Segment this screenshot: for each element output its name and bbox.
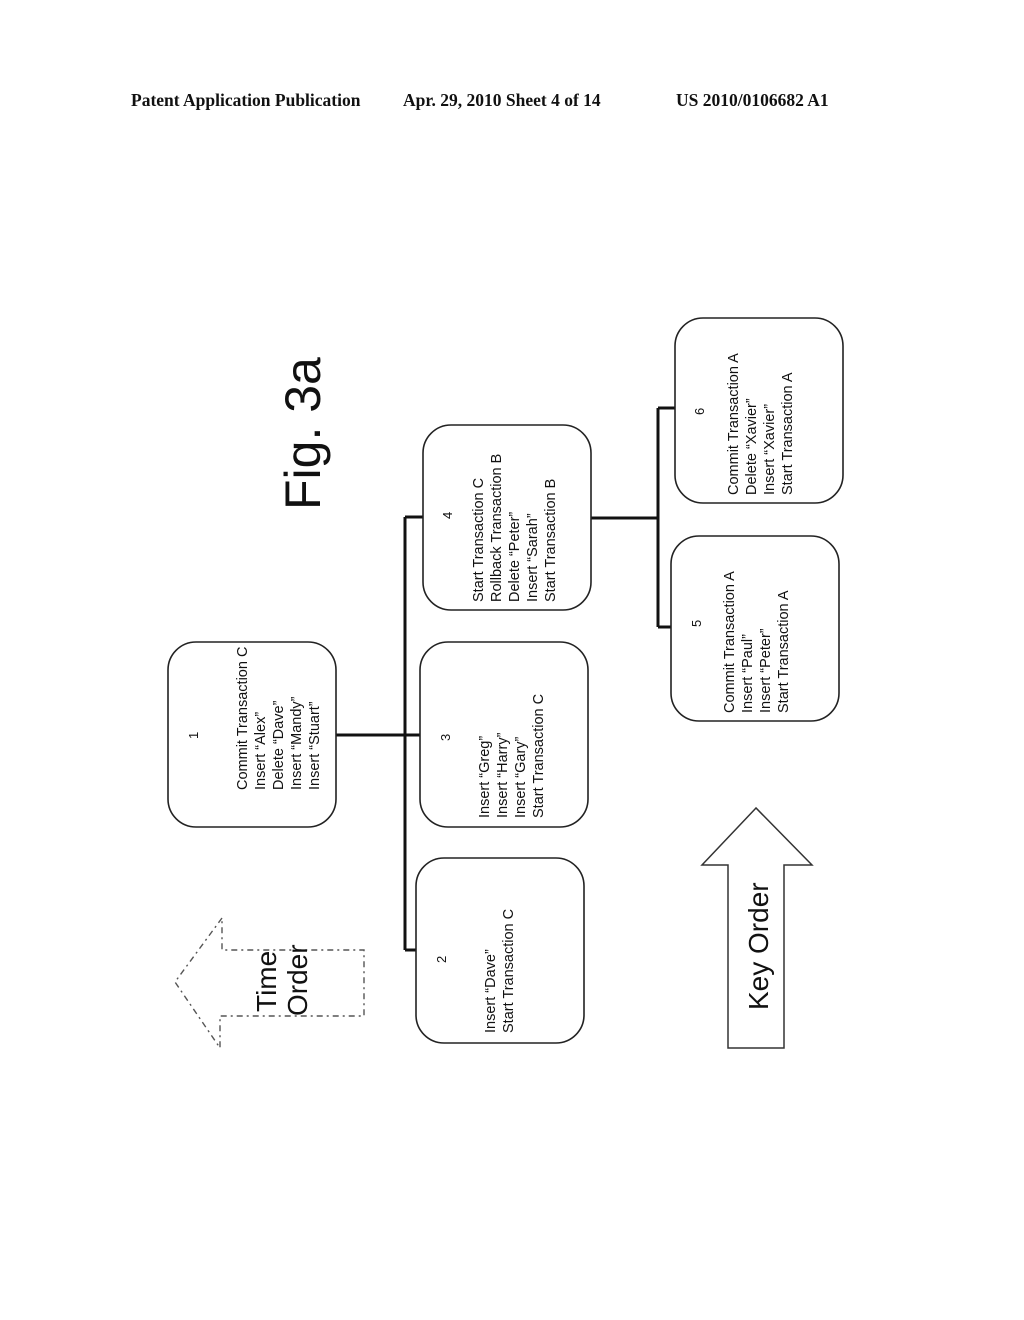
figure-title: Fig. 3a [275, 357, 331, 510]
node-line: Delete “Dave” [271, 700, 287, 790]
node-line: Start Transaction B [543, 479, 559, 602]
node-line: Insert “Dave” [483, 949, 499, 1033]
node-line: Insert “Greg” [477, 736, 493, 818]
node-line: Commit Transaction A [726, 353, 742, 495]
node-line: Delete “Xavier” [744, 398, 760, 495]
node-line: Start Transaction A [776, 590, 792, 713]
node-line: Insert “Paul” [740, 634, 756, 713]
node-line: Commit Transaction C [235, 647, 251, 790]
node-2-box [415, 857, 585, 1044]
node-line: Commit Transaction A [722, 571, 738, 713]
node-line: Insert “Xavier” [762, 404, 778, 495]
node-number: 3 [438, 734, 453, 741]
node-line: Start Transaction A [780, 372, 796, 495]
node-line: Insert “Gary” [513, 736, 529, 818]
node-line: Insert “Peter” [758, 628, 774, 713]
node-number: 5 [689, 620, 704, 627]
node-line: Insert “Mandy” [289, 696, 305, 790]
node-line: Start Transaction C [471, 478, 487, 602]
node-line: Delete “Peter” [507, 512, 523, 602]
node-number: 6 [692, 408, 707, 415]
node-number: 4 [440, 512, 455, 519]
node-line: Insert “Alex” [253, 712, 269, 790]
node-number: 2 [434, 956, 449, 963]
node-number: 1 [186, 732, 201, 739]
time-order-label-line1: Time [251, 951, 282, 1012]
node-line: Rollback Transaction B [489, 454, 505, 602]
node-line: Insert “Sarah” [525, 513, 541, 602]
time-order-arrow: Time Order [174, 915, 365, 1051]
node-line: Insert “Harry” [495, 732, 511, 818]
figure-3a-diagram: Fig. 3a 1 Commit Transaction C Insert “A… [167, 317, 844, 1051]
node-line: Start Transaction C [531, 694, 547, 818]
time-order-label-line2: Order [282, 944, 313, 1016]
node-line: Insert “Stuart” [307, 701, 323, 790]
key-order-arrow: Key Order [700, 806, 814, 1049]
node-line: Start Transaction C [501, 909, 517, 1033]
key-order-label: Key Order [743, 882, 774, 1010]
